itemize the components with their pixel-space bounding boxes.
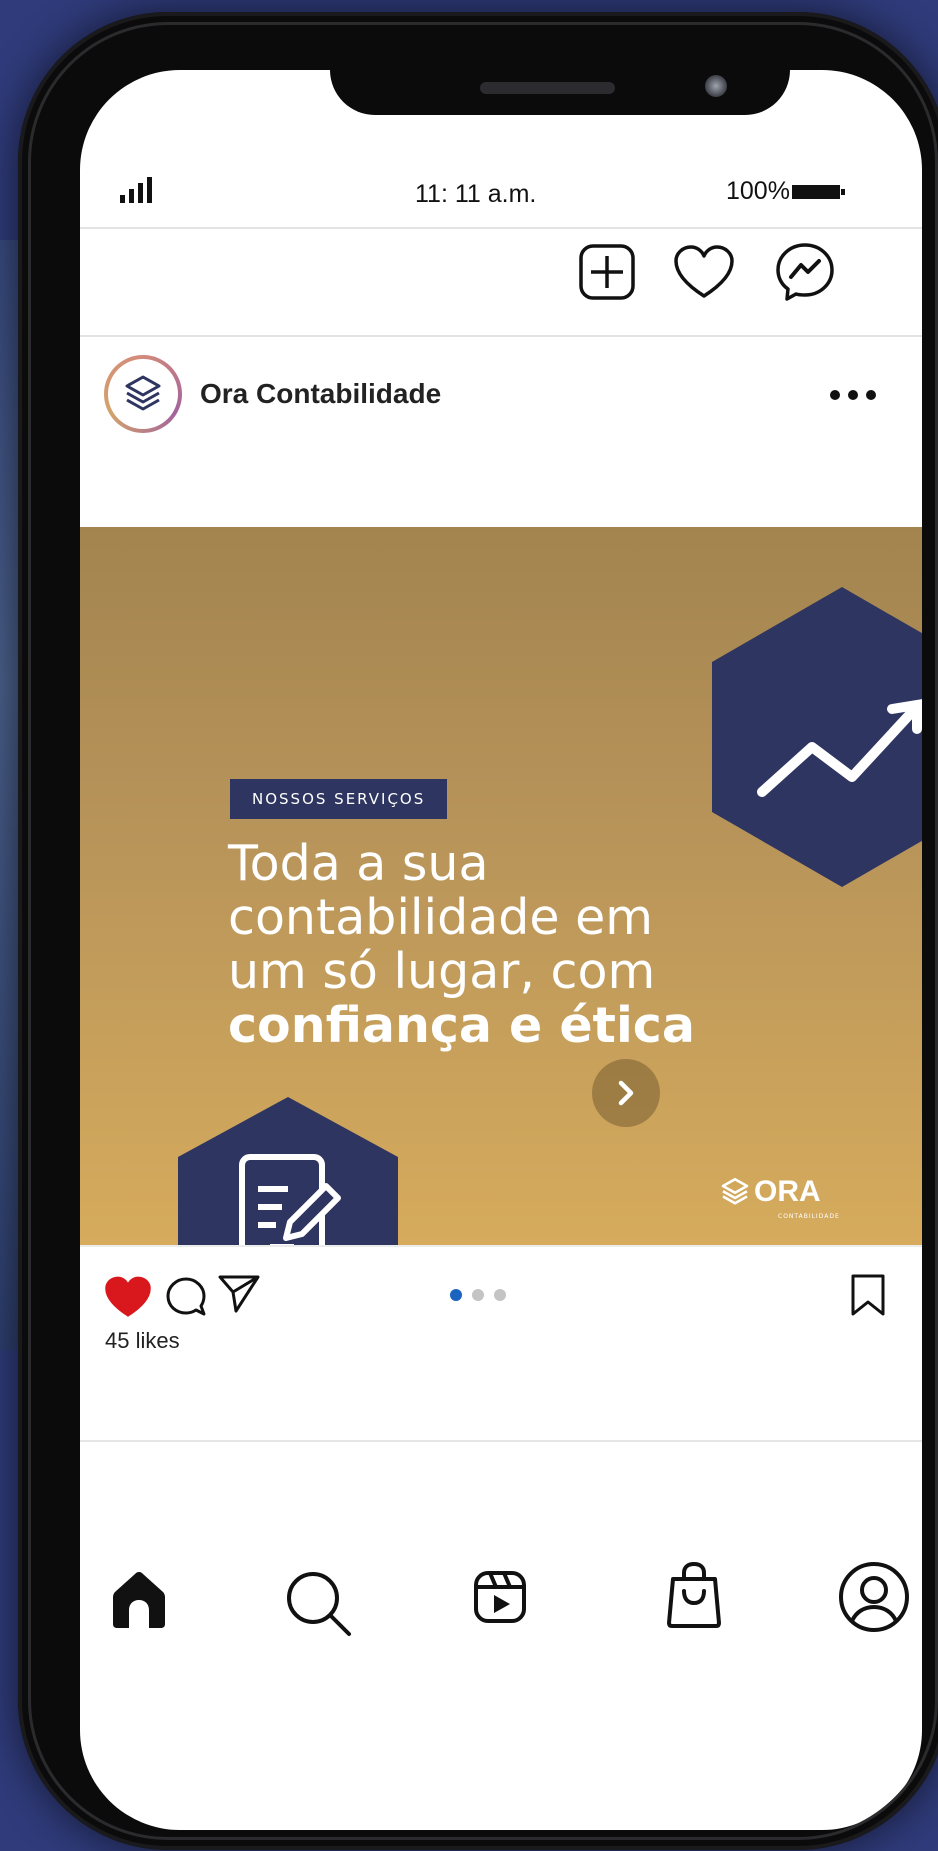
bottom-nav — [80, 1555, 922, 1645]
battery-status: 100% — [726, 177, 845, 206]
headline-line: Toda a sua — [228, 835, 489, 892]
services-badge: NOSSOS SERVIÇOS — [230, 779, 448, 819]
divider — [80, 1245, 922, 1247]
home-icon[interactable] — [104, 1565, 174, 1635]
signal-icon — [120, 177, 152, 203]
likes-count[interactable]: 45 likes — [105, 1328, 180, 1354]
brand-logo-text: ORA — [754, 1175, 821, 1208]
add-post-icon[interactable] — [575, 240, 639, 304]
chart-hexagon — [712, 587, 922, 887]
brand-subtitle: CONTABILIDADE — [778, 1213, 840, 1220]
profile-icon[interactable] — [836, 1559, 912, 1635]
carousel-dot — [450, 1289, 462, 1301]
post-username[interactable]: Ora Contabilidade — [200, 378, 441, 410]
divider — [80, 335, 922, 337]
avatar[interactable] — [104, 355, 182, 433]
carousel-dot — [494, 1289, 506, 1301]
divider — [80, 227, 922, 229]
headline-bold: confiança e ética — [228, 997, 695, 1054]
ora-logo-icon — [125, 375, 161, 411]
divider — [80, 1440, 922, 1442]
shop-icon[interactable] — [662, 1559, 726, 1631]
brand-logo: ORA — [720, 1175, 821, 1209]
share-icon[interactable] — [214, 1269, 264, 1319]
reels-icon[interactable] — [470, 1567, 530, 1627]
messenger-icon[interactable] — [773, 240, 837, 304]
front-camera — [705, 75, 727, 97]
headline-line: contabilidade em — [228, 889, 653, 946]
carousel-indicator — [450, 1289, 506, 1301]
battery-percent: 100% — [726, 177, 790, 205]
status-time: 11: 11 a.m. — [415, 180, 537, 208]
ora-logo-icon — [721, 1177, 749, 1205]
document-hexagon — [178, 1097, 398, 1245]
speaker — [480, 82, 615, 94]
post-image[interactable]: NOSSOS SERVIÇOS Toda a sua contabilidade… — [80, 527, 922, 1245]
post-actions — [80, 1255, 922, 1335]
comment-icon[interactable] — [162, 1273, 210, 1321]
search-icon[interactable] — [280, 1565, 356, 1641]
carousel-dot — [472, 1289, 484, 1301]
like-heart-icon[interactable] — [102, 1273, 154, 1321]
phone-frame: 11: 11 a.m. 100% Ora Contabilidade NOSSO… — [18, 12, 938, 1850]
battery-icon — [791, 184, 845, 199]
post-headline: Toda a sua contabilidade em um só lugar,… — [228, 837, 708, 1053]
top-actions — [80, 240, 922, 310]
status-bar: 11: 11 a.m. 100% — [80, 165, 922, 225]
carousel-next-button[interactable] — [592, 1059, 660, 1127]
headline-line: um só lugar, com — [228, 943, 656, 1000]
phone-screen: 11: 11 a.m. 100% Ora Contabilidade NOSSO… — [80, 70, 922, 1830]
heart-icon[interactable] — [672, 240, 736, 304]
chevron-right-icon — [618, 1080, 634, 1106]
more-options-icon[interactable] — [830, 390, 876, 400]
post-header: Ora Contabilidade — [80, 340, 922, 450]
notch — [330, 70, 790, 115]
bookmark-icon[interactable] — [844, 1269, 892, 1321]
